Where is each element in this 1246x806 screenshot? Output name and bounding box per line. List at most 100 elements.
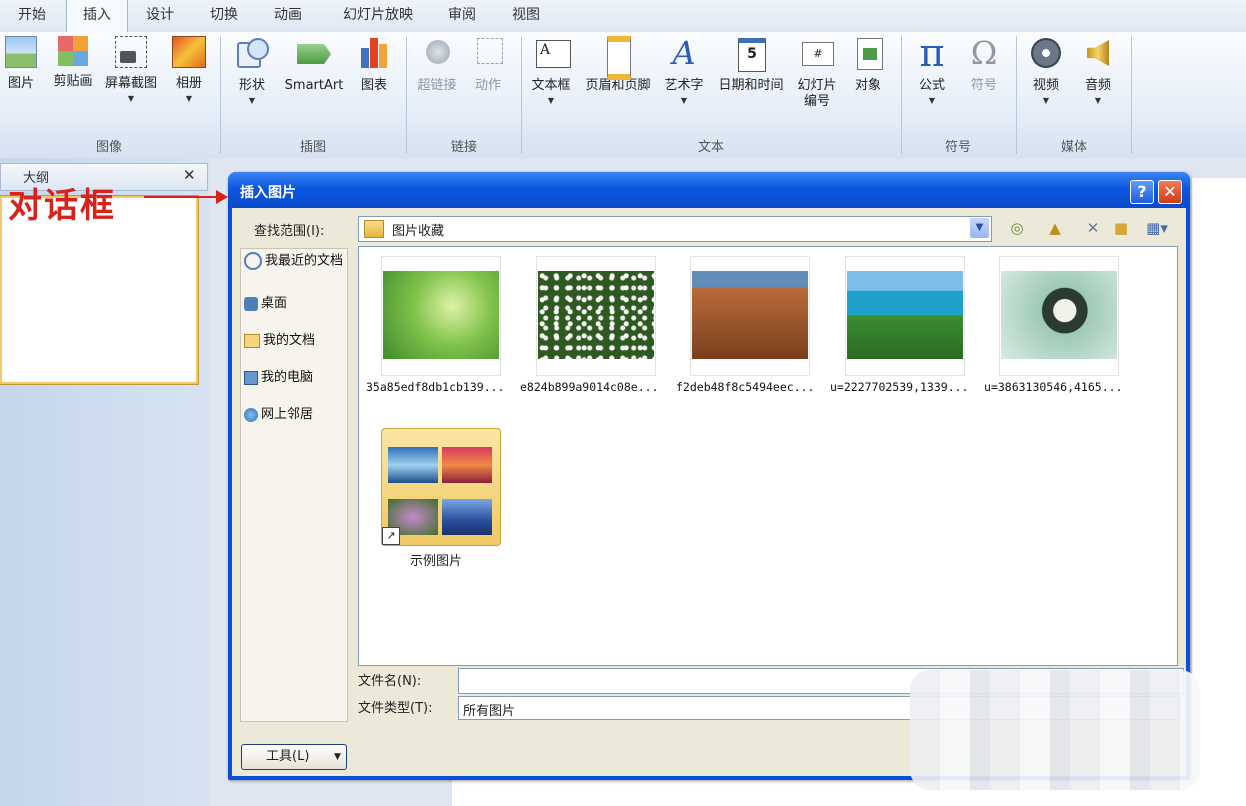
tab-design[interactable]: 设计 <box>136 0 184 32</box>
shapes-button[interactable]: 形状 ▼ <box>230 36 274 108</box>
place-label: 我的电脑 <box>261 370 314 385</box>
file-thumbnail[interactable] <box>999 256 1119 376</box>
object-button[interactable]: 对象 <box>846 36 890 94</box>
video-label: 视频 <box>1032 78 1059 93</box>
chevron-down-icon[interactable]: ▼ <box>970 218 989 238</box>
file-type-label: 文件类型(T): <box>358 701 433 716</box>
file-name: e824b899a9014c08e... <box>520 380 659 394</box>
slide-number-icon: # <box>800 36 834 70</box>
text-box-button[interactable]: A 文本框 ▼ <box>526 36 576 108</box>
chart-button[interactable]: 图表 <box>352 36 396 94</box>
chevron-down-icon: ▼ <box>248 96 256 105</box>
file-name-label: 文件名(N): <box>358 674 422 689</box>
tab-review[interactable]: 审阅 <box>438 0 486 32</box>
hyperlink-button[interactable]: 超链接 <box>412 36 462 94</box>
annotation-arrow-head <box>216 190 228 204</box>
sample-pictures-folder[interactable]: ↗ <box>381 428 501 546</box>
symbol-label: 符号 <box>970 78 997 93</box>
views-menu-icon[interactable]: ▦▾ <box>1140 218 1174 238</box>
look-in-value: 图片收藏 <box>392 224 445 239</box>
picture-icon <box>5 36 37 68</box>
ribbon: 图片 剪贴画 屏幕截图 ▼ 相册 ▼ 图像 形状 ▼ SmartArt 图表 插… <box>0 32 1246 158</box>
chevron-down-icon: ▼ <box>334 752 341 762</box>
wordart-button[interactable]: A 艺术字 ▼ <box>660 36 708 108</box>
header-footer-label: 页眉和页脚 <box>585 78 651 93</box>
video-button[interactable]: 视频 ▼ <box>1026 36 1066 108</box>
slide-number-label: 幻灯片 编号 <box>797 78 837 109</box>
places-bar <box>240 248 348 722</box>
close-icon[interactable]: ✕ <box>183 166 196 184</box>
back-icon[interactable]: ◎ <box>1006 218 1028 238</box>
audio-button[interactable]: 音频 ▼ <box>1078 36 1118 108</box>
header-footer-icon <box>601 36 635 80</box>
place-label: 网上邻居 <box>261 407 314 422</box>
folder-preview-image <box>442 499 492 535</box>
file-thumbnail[interactable] <box>536 256 656 376</box>
symbol-button[interactable]: Ω 符号 <box>962 36 1006 94</box>
group-label-symbols: 符号 <box>944 140 971 155</box>
chevron-down-icon: ▼ <box>680 96 688 105</box>
action-cursor-icon <box>471 36 505 70</box>
tab-slideshow[interactable]: 幻灯片放映 <box>332 0 424 32</box>
new-folder-icon[interactable]: ■ <box>1110 218 1132 238</box>
folder-icon <box>364 220 384 238</box>
date-time-button[interactable]: 5 日期和时间 <box>712 36 790 94</box>
file-thumbnail[interactable] <box>690 256 810 376</box>
file-thumbnail[interactable] <box>845 256 965 376</box>
photo-album-button[interactable]: 相册 ▼ <box>168 36 210 106</box>
group-divider <box>1131 36 1132 154</box>
desktop-icon <box>244 296 258 311</box>
help-button[interactable]: ? <box>1130 180 1154 204</box>
ribbon-tab-bar: 开始 插入 设计 切换 动画 幻灯片放映 审阅 视图 <box>0 0 1246 33</box>
group-label-text: 文本 <box>697 140 724 155</box>
photo-album-icon <box>172 36 206 68</box>
place-my-computer[interactable]: 我的电脑 <box>244 370 313 386</box>
hyperlink-label: 超链接 <box>417 78 457 93</box>
place-recent-documents[interactable]: 我最近的文档 <box>244 252 344 270</box>
file-name: u=3863130546,4165... <box>984 380 1123 394</box>
smartart-button[interactable]: SmartArt <box>280 36 348 94</box>
place-my-documents[interactable]: 我的文档 <box>244 333 315 349</box>
dialog-title-bar[interactable] <box>228 172 1190 208</box>
dialog-title: 插入图片 <box>240 185 296 201</box>
portrait-image <box>1001 271 1117 359</box>
screenshot-button[interactable]: 屏幕截图 ▼ <box>100 36 162 106</box>
tools-button[interactable]: 工具(L) ▼ <box>241 744 347 770</box>
omega-icon: Ω <box>970 34 998 72</box>
look-in-select[interactable] <box>358 216 992 242</box>
dialog-close-button[interactable]: ✕ <box>1158 180 1182 204</box>
calendar-icon: 5 <box>734 36 768 72</box>
group-label-illustrations: 插图 <box>299 140 326 155</box>
up-folder-icon[interactable]: ▲ <box>1044 218 1066 238</box>
chart-icon <box>357 36 391 70</box>
slide-number-button[interactable]: # 幻灯片 编号 <box>792 36 842 110</box>
place-label: 我的文档 <box>263 333 316 348</box>
tab-animations[interactable]: 动画 <box>264 0 312 32</box>
shapes-icon <box>235 36 269 70</box>
insert-picture-button[interactable]: 图片 <box>2 36 40 92</box>
tab-insert[interactable]: 插入 <box>66 0 128 33</box>
action-button[interactable]: 动作 <box>466 36 510 94</box>
tab-transitions[interactable]: 切换 <box>200 0 248 32</box>
place-network[interactable]: 网上邻居 <box>244 407 313 423</box>
speaker-icon <box>1081 36 1115 70</box>
file-thumbnail[interactable] <box>381 256 501 376</box>
smartart-label: SmartArt <box>284 78 344 93</box>
file-name: f2deb48f8c5494eec... <box>676 380 815 394</box>
tab-view[interactable]: 视图 <box>502 0 550 32</box>
group-divider <box>406 36 407 154</box>
object-icon <box>851 36 885 70</box>
equation-button[interactable]: π 公式 ▼ <box>910 34 954 108</box>
group-label-media: 媒体 <box>1060 140 1087 155</box>
clip-art-button[interactable]: 剪贴画 <box>48 36 98 90</box>
photo-album-label: 相册 <box>175 76 202 91</box>
header-footer-button[interactable]: 页眉和页脚 <box>580 36 656 94</box>
place-desktop[interactable]: 桌面 <box>244 296 287 312</box>
delete-icon[interactable]: ✕ <box>1082 218 1104 238</box>
chevron-down-icon: ▼ <box>185 94 193 103</box>
sprout-image <box>383 271 499 359</box>
annotation-arrow-line <box>144 196 222 198</box>
wordart-icon: A <box>672 34 696 72</box>
tab-home[interactable]: 开始 <box>8 0 56 32</box>
slide-canvas[interactable] <box>1192 178 1246 806</box>
